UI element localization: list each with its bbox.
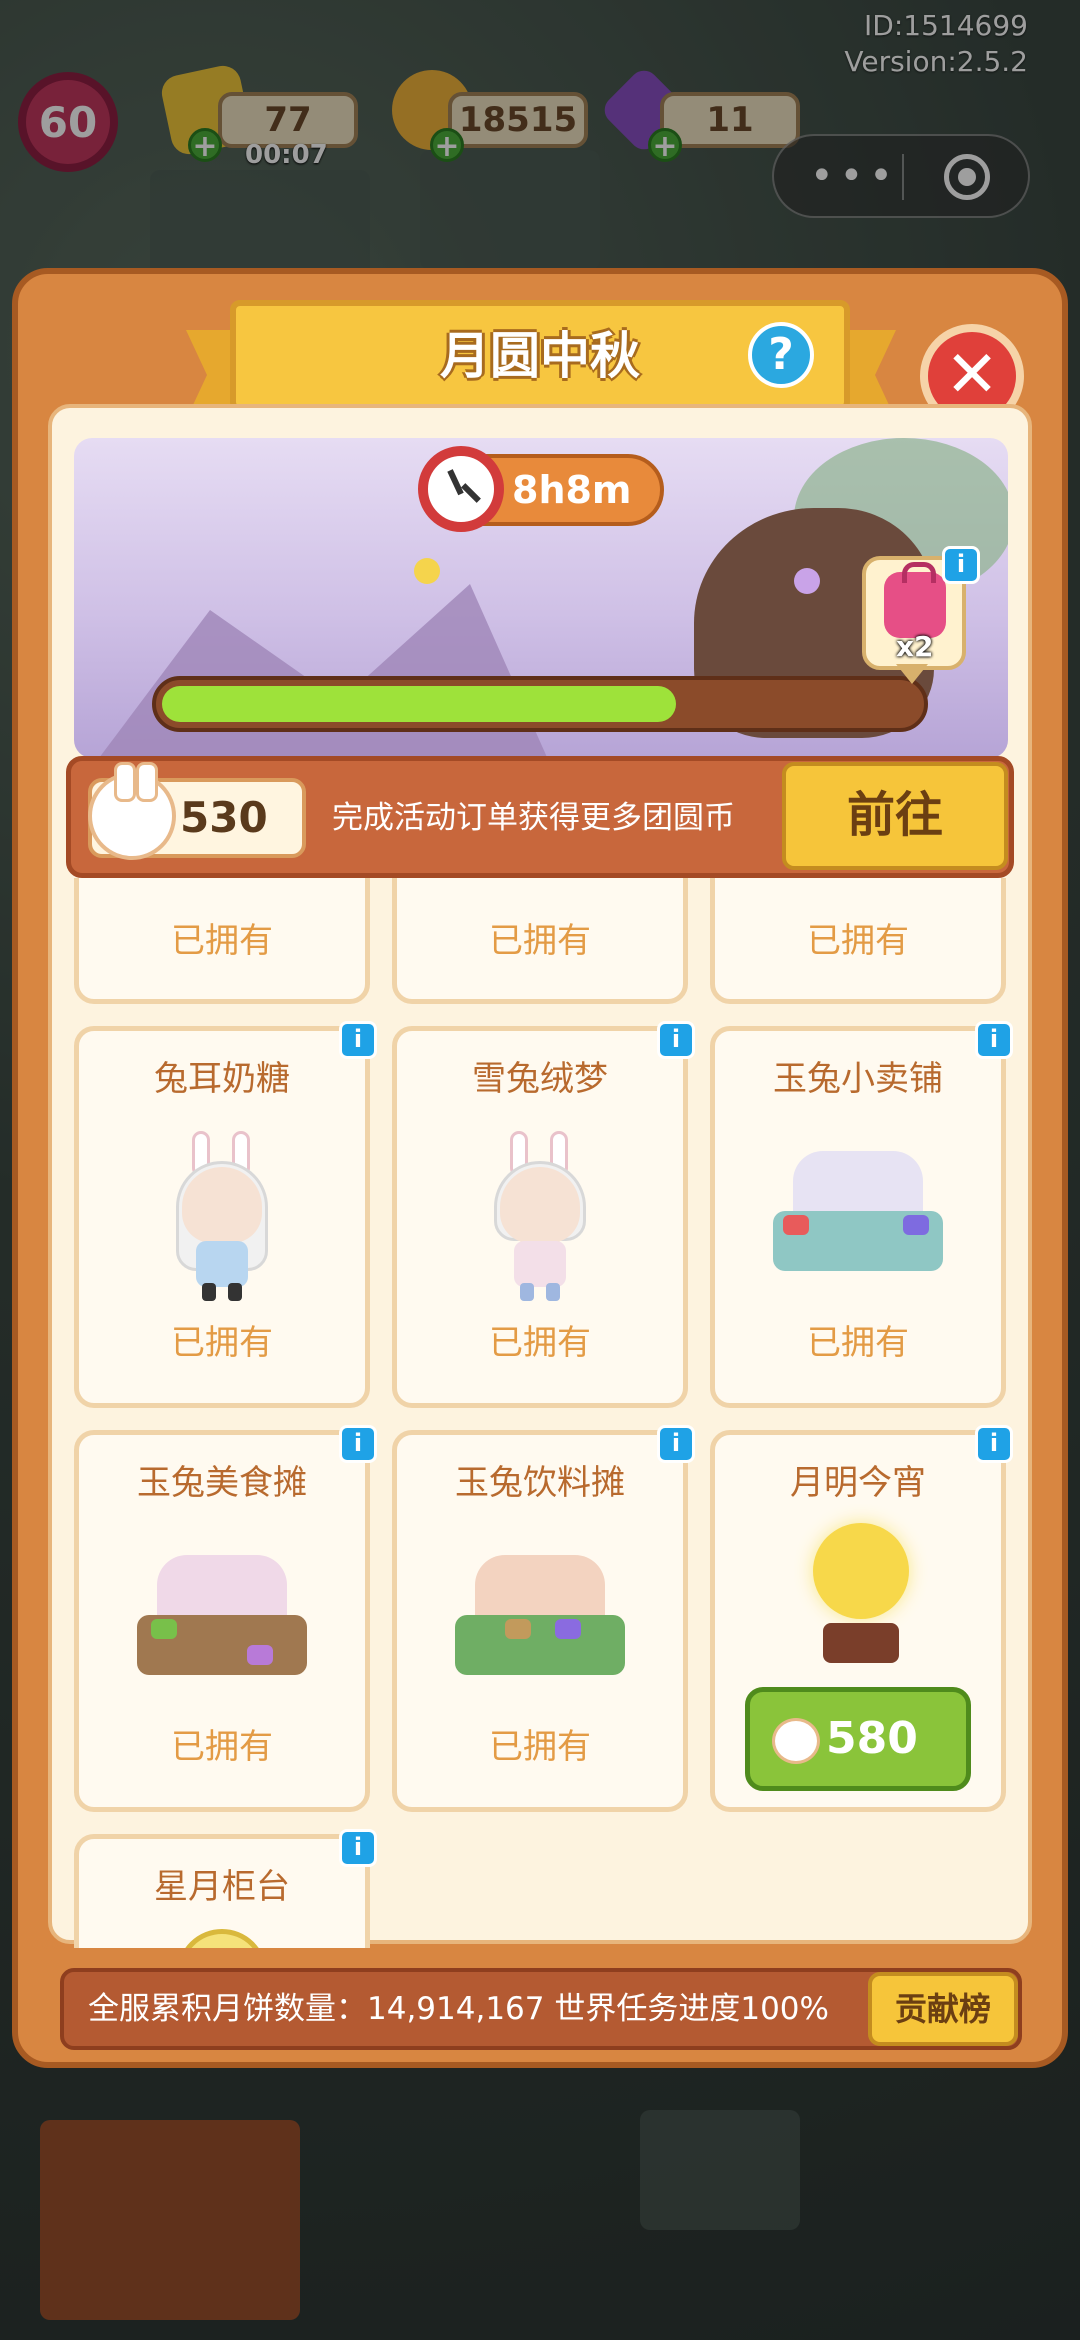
- shop-item-grid: 已拥有 已拥有 已拥有 兔耳奶糖 已拥有 i 雪兔绒梦 已拥有 i 玉兔小卖铺: [60, 878, 1020, 1948]
- owned-label: 已拥有: [171, 1323, 273, 1363]
- item-name: 兔耳奶糖: [154, 1059, 290, 1099]
- contribution-rank-button[interactable]: 贡献榜: [868, 1972, 1018, 2046]
- item-name: 星月柜台: [154, 1867, 290, 1907]
- item-info-icon[interactable]: i: [339, 1829, 377, 1867]
- shop-item-card[interactable]: 已拥有: [392, 878, 688, 1004]
- item-name: 玉兔美食摊: [137, 1463, 307, 1503]
- item-name: 雪兔绒梦: [472, 1059, 608, 1099]
- bunny-girl-outfit-image: [162, 1131, 282, 1301]
- item-info-icon[interactable]: i: [339, 1425, 377, 1463]
- shop-item-card[interactable]: 星月柜台 i: [74, 1829, 377, 1948]
- owned-label: 已拥有: [489, 1727, 591, 1767]
- shop-item-card[interactable]: 月明今宵 580 i: [710, 1425, 1013, 1812]
- shop-item-card[interactable]: 玉兔小卖铺 已拥有 i: [710, 1021, 1013, 1408]
- item-name: 月明今宵: [790, 1463, 926, 1503]
- shop-item-card[interactable]: 已拥有: [710, 878, 1006, 1004]
- event-timer: 8h8m: [512, 468, 632, 512]
- shop-item-card[interactable]: 兔耳奶糖 已拥有 i: [74, 1021, 377, 1408]
- item-info-icon[interactable]: i: [975, 1425, 1013, 1463]
- rabbit-coin-icon: [88, 762, 176, 860]
- food-stall-image: [127, 1535, 317, 1695]
- shop-item-card[interactable]: 玉兔饮料摊 已拥有 i: [392, 1425, 695, 1812]
- counter-image: [177, 1929, 267, 1948]
- owned-label: 已拥有: [171, 921, 273, 961]
- backpack-icon: [884, 562, 946, 638]
- item-info-icon[interactable]: i: [657, 1425, 695, 1463]
- clock-icon: [418, 446, 504, 532]
- event-progress-fill: [162, 686, 676, 722]
- item-name: 玉兔饮料摊: [455, 1463, 625, 1503]
- owned-label: 已拥有: [807, 1323, 909, 1363]
- owned-label: 已拥有: [489, 1323, 591, 1363]
- reward-count: x2: [896, 630, 934, 663]
- owned-label: 已拥有: [171, 1727, 273, 1767]
- item-info-icon[interactable]: i: [339, 1021, 377, 1059]
- moon-lamp-image: [783, 1523, 933, 1683]
- shop-item-card[interactable]: 雪兔绒梦 已拥有 i: [392, 1021, 695, 1408]
- go-button[interactable]: 前往: [782, 762, 1008, 870]
- bunny-boy-outfit-image: [480, 1131, 600, 1301]
- owned-label: 已拥有: [807, 921, 909, 961]
- item-name: 玉兔小卖铺: [773, 1059, 943, 1099]
- item-info-icon[interactable]: i: [975, 1021, 1013, 1059]
- event-progress-bar: [152, 676, 928, 732]
- help-button[interactable]: ?: [748, 322, 814, 388]
- rabbit-shop-image: [763, 1131, 953, 1291]
- coin-description: 完成活动订单获得更多团圆币: [332, 800, 735, 836]
- drink-stall-image: [445, 1535, 635, 1695]
- rabbit-coin-icon: [772, 1718, 820, 1764]
- item-price: 580: [826, 1713, 918, 1764]
- buy-price-button[interactable]: 580: [745, 1687, 971, 1791]
- reward-info-icon[interactable]: i: [942, 546, 980, 584]
- rabbit-coin-balance: 530: [180, 793, 268, 842]
- item-info-icon[interactable]: i: [657, 1021, 695, 1059]
- shop-item-card[interactable]: 玉兔美食摊 已拥有 i: [74, 1425, 377, 1812]
- owned-label: 已拥有: [489, 921, 591, 961]
- world-progress-text: 全服累积月饼数量：14,914,167 世界任务进度100%: [88, 1991, 829, 2027]
- shop-item-card[interactable]: 已拥有: [74, 878, 370, 1004]
